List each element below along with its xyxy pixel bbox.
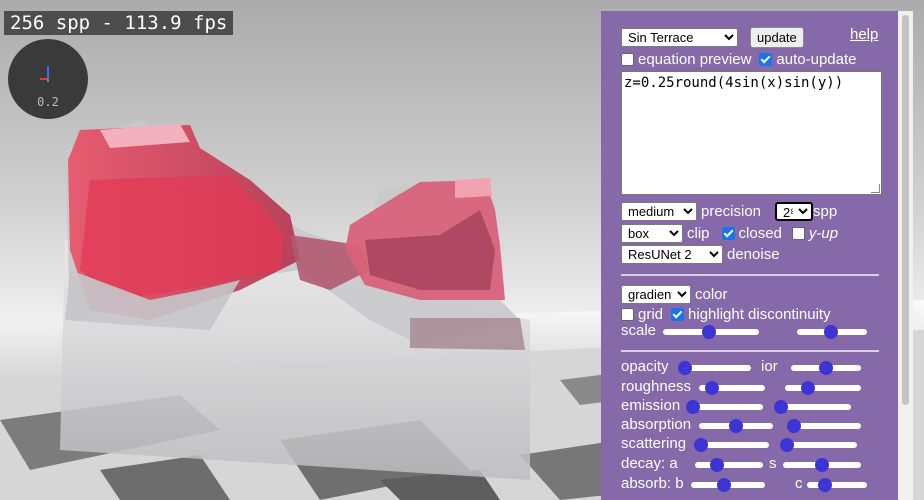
color-label: color (695, 285, 728, 303)
auto-update-checkbox[interactable] (759, 52, 773, 66)
ior-label: ior (761, 358, 778, 375)
decay-a-label: decay: a (621, 455, 678, 472)
color-select[interactable]: gradient (621, 284, 691, 304)
clip-select[interactable]: box (621, 223, 683, 243)
scale-label: scale (621, 322, 657, 339)
absorb-b-knob[interactable] (717, 478, 732, 492)
scale-b-knob[interactable] (823, 325, 838, 339)
axis-gizmo[interactable]: 0.2 (8, 39, 88, 119)
roughness-knob[interactable] (705, 381, 720, 395)
fps-counter: 256 spp - 113.9 fps (4, 11, 234, 35)
absorption-slider[interactable] (699, 419, 773, 433)
roughness-slider-b[interactable] (785, 381, 861, 395)
y-up-label: y-up (808, 224, 839, 242)
resize-handle[interactable] (871, 184, 880, 193)
precision-label: precision (701, 202, 762, 220)
highlight-discontinuity-checkbox[interactable] (671, 307, 685, 321)
emission-slider-b[interactable] (773, 400, 851, 414)
scale-slider-b[interactable] (797, 325, 867, 339)
absorption-label: absorption (621, 416, 692, 433)
clip-label: clip (687, 224, 710, 242)
decay-a-knob[interactable] (710, 458, 725, 472)
denoise-label: denoise (727, 245, 780, 263)
decay-s-knob[interactable] (815, 458, 829, 472)
equation-preview-label: equation preview (638, 50, 752, 68)
absorb-c-slider[interactable] (807, 478, 867, 492)
roughness-label: roughness (621, 378, 692, 395)
absorb-b-label: absorb: b (621, 475, 684, 492)
preset-select[interactable]: Sin Terrace (621, 27, 738, 47)
ior-slider[interactable] (791, 361, 861, 375)
y-up-checkbox[interactable] (791, 226, 805, 240)
absorption-b-knob[interactable] (787, 419, 802, 433)
opacity-label: opacity (621, 358, 669, 375)
equation-preview-checkbox[interactable] (621, 52, 634, 66)
scattering-slider-b[interactable] (779, 438, 857, 452)
spp-label: spp (813, 202, 838, 220)
decay-a-slider[interactable] (695, 458, 763, 472)
divider (621, 350, 879, 352)
denoise-select[interactable]: ResUNet 2 (621, 244, 723, 264)
precision-select[interactable]: medium (621, 201, 697, 221)
scale-a-knob[interactable] (702, 325, 717, 339)
scattering-label: scattering (621, 435, 687, 452)
ior-knob[interactable] (819, 361, 833, 375)
absorb-c-knob[interactable] (818, 478, 832, 492)
panel-scrollbar[interactable] (898, 11, 913, 500)
auto-update-label: auto-update (776, 50, 857, 68)
scattering-slider[interactable] (693, 438, 769, 452)
closed-checkbox[interactable] (721, 226, 735, 240)
emission-b-knob[interactable] (773, 400, 788, 414)
highlight-discontinuity-label: highlight discontinuity (688, 305, 831, 323)
update-button[interactable]: update (750, 26, 804, 48)
absorb-b-slider[interactable] (691, 478, 765, 492)
roughness-slider[interactable] (699, 381, 765, 395)
scrollbar-thumb[interactable] (902, 15, 909, 405)
grid-label: grid (638, 305, 664, 323)
scattering-b-knob[interactable] (779, 438, 794, 452)
emission-knob[interactable] (685, 400, 700, 414)
surface-object (60, 120, 530, 480)
control-panel: Sin Terrace update help equation preview… (601, 11, 898, 500)
closed-label: closed (738, 224, 782, 242)
opacity-knob[interactable] (678, 361, 693, 375)
spp-select[interactable]: 2⁸ (775, 201, 814, 221)
opacity-slider[interactable] (678, 361, 751, 375)
scattering-knob[interactable] (693, 438, 708, 452)
roughness-b-knob[interactable] (800, 381, 815, 395)
scale-slider-a[interactable] (663, 325, 759, 339)
gizmo-scale: 0.2 (37, 95, 59, 109)
emission-label: emission (621, 397, 681, 414)
divider (621, 274, 879, 276)
decay-s-label: s (769, 455, 777, 472)
decay-s-slider[interactable] (783, 458, 861, 472)
absorption-slider-b[interactable] (787, 419, 861, 433)
equation-text: z=0.25round(4sin(x)sin(y)) (624, 75, 844, 91)
absorb-c-label: c (795, 475, 803, 492)
grid-checkbox[interactable] (621, 307, 634, 321)
help-link[interactable]: help (850, 26, 878, 43)
equation-input[interactable]: z=0.25round(4sin(x)sin(y)) (621, 71, 882, 195)
absorption-knob[interactable] (729, 419, 743, 433)
emission-slider[interactable] (685, 400, 763, 414)
